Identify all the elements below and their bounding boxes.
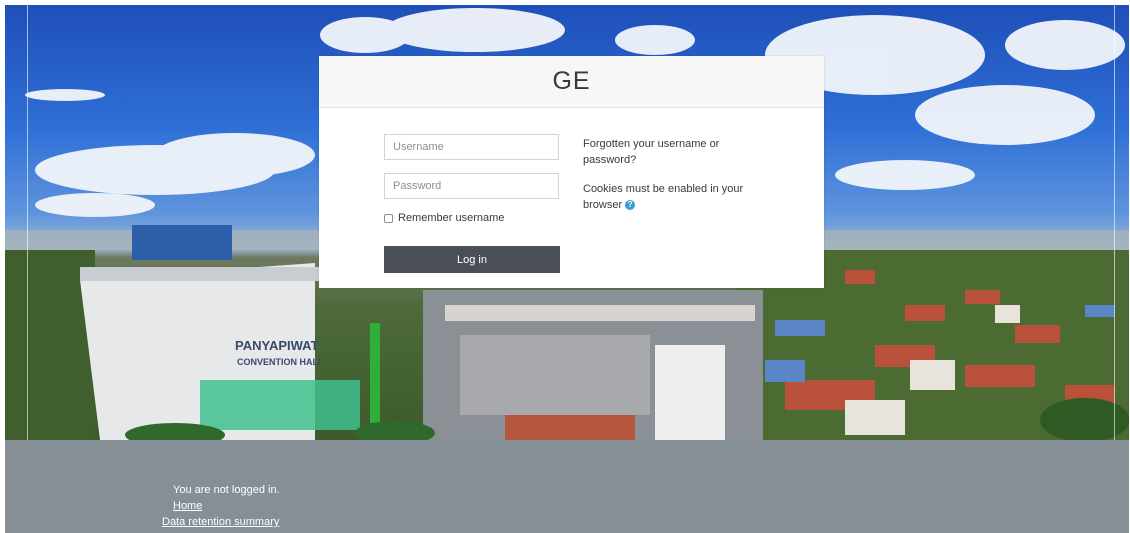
svg-text:CONVENTION HALL: CONVENTION HALL xyxy=(237,357,324,367)
page-frame: PANYAPIWAT CONVENTION HALL GE Username R… xyxy=(5,5,1129,533)
remember-checkbox[interactable] xyxy=(384,213,393,223)
page-footer: You are not logged in. Home Data retenti… xyxy=(5,440,1129,533)
login-card: GE Remember username Log in Forgotten yo… xyxy=(319,56,824,288)
cookies-notice: Cookies must be enabled in your browser? xyxy=(583,181,758,213)
remember-label: Remember username xyxy=(398,212,505,224)
home-link[interactable]: Home xyxy=(173,500,202,512)
data-retention-link[interactable]: Data retention summary xyxy=(162,516,279,528)
password-input[interactable] xyxy=(384,173,559,199)
site-title: GE xyxy=(552,67,591,95)
remember-username[interactable]: Remember username xyxy=(384,212,504,224)
question-circle-icon[interactable]: ? xyxy=(625,200,636,211)
cookies-text: Cookies must be enabled in your browser xyxy=(583,183,744,211)
svg-text:PANYAPIWAT: PANYAPIWAT xyxy=(235,338,319,353)
background-image: PANYAPIWAT CONVENTION HALL GE Username R… xyxy=(5,5,1129,440)
forgot-password-link[interactable]: Forgotten your username or password? xyxy=(583,136,758,168)
login-button[interactable]: Log in xyxy=(384,246,560,273)
login-status: You are not logged in. xyxy=(173,484,280,496)
login-form: Remember username Log in Forgotten your … xyxy=(319,108,824,288)
card-header: GE xyxy=(319,56,824,108)
username-input[interactable] xyxy=(384,134,559,160)
